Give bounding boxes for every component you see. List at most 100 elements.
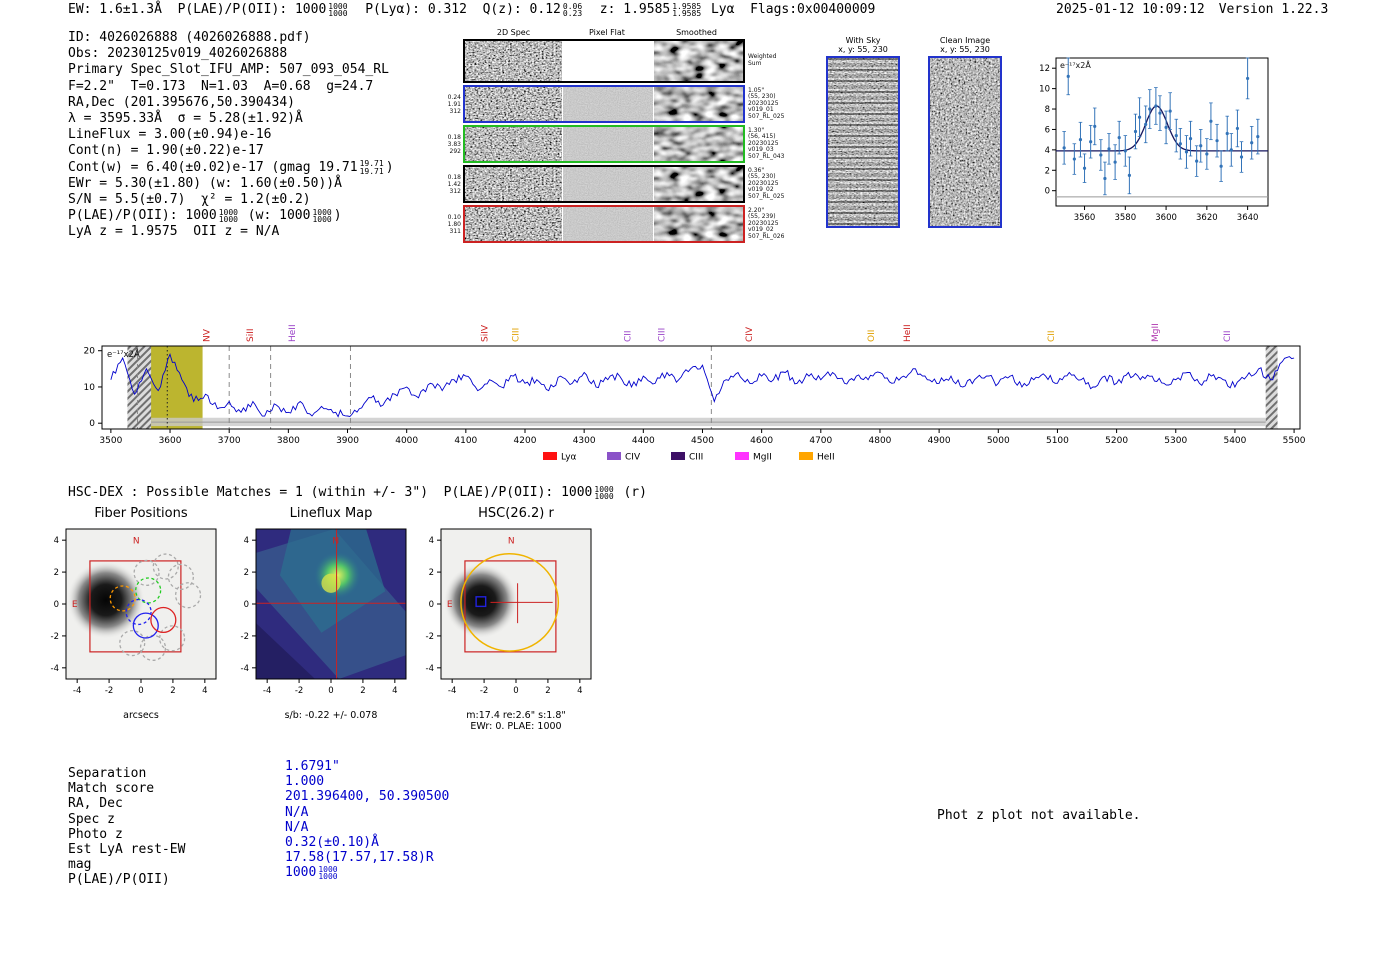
timestamp-version: 2025-01-12 10:09:12 Version 1.22.3 xyxy=(1056,2,1328,17)
svg-text:-4: -4 xyxy=(263,686,271,696)
svg-text:4: 4 xyxy=(429,536,434,546)
svg-text:0: 0 xyxy=(328,686,333,696)
match-table: Separation 1.6791" Match score 1.000 RA, Dec… xyxy=(68,759,548,906)
svg-text:12: 12 xyxy=(1039,64,1050,74)
svg-text:MgII: MgII xyxy=(1151,323,1161,342)
panel-xlabel: m:17.4 re:2.6" s:1.8" xyxy=(466,710,566,721)
svg-text:4000: 4000 xyxy=(395,436,418,446)
match-field-value: N/A xyxy=(285,819,309,835)
svg-text:0: 0 xyxy=(513,686,518,696)
svg-text:-2: -2 xyxy=(426,632,434,642)
svg-text:-4: -4 xyxy=(448,686,456,696)
svg-text:4300: 4300 xyxy=(573,436,596,446)
svg-text:CII: CII xyxy=(623,330,633,342)
summary-stats-line: EW: 1.6±1.3Å P(LAE)/P(OII): 1000 1000 1000… xyxy=(68,1,876,18)
2d-row-annotation: 2.20" (55, 239) 20230125 v019_02 507_RL_026 xyxy=(748,206,785,240)
svg-text:MgII: MgII xyxy=(753,453,772,463)
pixel-flat-image xyxy=(563,41,653,81)
svg-text:4800: 4800 xyxy=(869,436,892,446)
pixel-flat-image xyxy=(563,207,653,241)
svg-text:3600: 3600 xyxy=(159,436,182,446)
info-line: Cont(w) = 6.40(±0.02)e-17 (gmag 19.71 19.… xyxy=(68,159,394,176)
svg-text:N: N xyxy=(332,536,339,546)
svg-text:CIII: CIII xyxy=(689,453,703,463)
2d-row-left-label xyxy=(443,39,463,83)
svg-text:0: 0 xyxy=(89,419,95,429)
svg-text:4500: 4500 xyxy=(691,436,714,446)
smoothed-image xyxy=(654,207,743,241)
svg-text:5000: 5000 xyxy=(987,436,1010,446)
svg-text:5300: 5300 xyxy=(1164,436,1187,446)
info-line: S/N = 5.5(±0.7) χ² = 1.2(±0.2) xyxy=(68,191,311,207)
photz-note: Phot z plot not available. xyxy=(937,808,1141,823)
2d-row-annotation: 1.05" (55, 230) 20230125 v019_01 507_RL_025 xyxy=(748,86,785,120)
svg-text:10: 10 xyxy=(1039,85,1050,95)
smoothed-image xyxy=(654,127,743,161)
clean-image-subtitle: x, y: 55, 230 xyxy=(940,45,990,54)
match-field-label: Photo z xyxy=(68,826,123,842)
svg-text:CIV: CIV xyxy=(745,326,755,342)
svg-text:4: 4 xyxy=(244,536,249,546)
svg-text:3500: 3500 xyxy=(99,436,122,446)
svg-text:Lyα: Lyα xyxy=(561,453,577,463)
clean-image-noise xyxy=(930,58,1000,226)
svg-text:e⁻¹⁷x2Å: e⁻¹⁷x2Å xyxy=(107,348,140,360)
match-field-label: mag xyxy=(68,857,92,873)
info-line: Obs: 20230125v019_4026026888 xyxy=(68,46,288,62)
stacked-fraction: 0.06 0.23 xyxy=(562,1,583,18)
svg-text:8: 8 xyxy=(1045,105,1050,115)
svg-text:4700: 4700 xyxy=(809,436,832,446)
match-field-value: 201.396400, 50.390500 xyxy=(285,789,450,805)
info-line: RA,Dec (201.395676,50.390434) xyxy=(68,94,295,110)
info-line: Primary Spec_Slot_IFU_AMP: 507_093_054_R… xyxy=(68,62,389,78)
svg-text:-2: -2 xyxy=(241,632,249,642)
2d-row-annotation: 0.36" (55, 230) 20230125 v019_02 507_RL_025 xyxy=(748,166,785,200)
clean-image-title: Clean Image xyxy=(939,36,991,45)
2d-row-left-label: 0.24 1.91 312 xyxy=(447,93,461,115)
match-field-label: Separation xyxy=(68,766,147,781)
info-line: λ = 3595.33Å σ = 5.28(±1.92)Å xyxy=(68,110,303,126)
svg-text:CIII: CIII xyxy=(658,328,668,342)
svg-text:2: 2 xyxy=(54,568,59,578)
match-field-label: Est LyA rest-EW xyxy=(68,842,186,857)
info-line: ID: 4026026888 (4026026888.pdf) xyxy=(68,30,311,45)
info-line: P(LAE)/P(OII): 1000 1000 1000 (w: 1000 1000… xyxy=(68,207,342,225)
2d-spec-image xyxy=(465,167,562,201)
match-field-value: 1000 1000 1000 xyxy=(285,864,338,882)
svg-text:-4: -4 xyxy=(73,686,81,696)
svg-text:4100: 4100 xyxy=(454,436,477,446)
version-text: Version 1.22.3 xyxy=(1218,2,1329,17)
svg-text:4200: 4200 xyxy=(514,436,537,446)
svg-text:-2: -2 xyxy=(51,632,59,642)
hsc-r-panel: HSC(26.2) r N E -4 -4 -2 -2 0 0 2 2 4 4 m:17.4 re:2… xyxy=(411,506,603,732)
svg-text:HeII: HeII xyxy=(817,453,835,463)
svg-text:e⁻¹⁷x2Å: e⁻¹⁷x2Å xyxy=(1060,59,1091,70)
2d-row-strips xyxy=(463,39,745,83)
svg-text:0: 0 xyxy=(138,686,143,696)
info-line: Cont(n) = 1.90(±0.22)e-17 xyxy=(68,143,264,159)
svg-text:6: 6 xyxy=(1045,125,1050,135)
elixer-report-page: { "meta": {"timestamp": "2025-01-12 10:0… xyxy=(0,0,1400,953)
stacked-fraction: 1000 1000 xyxy=(594,484,614,501)
svg-text:3700: 3700 xyxy=(218,436,241,446)
lineflux-map-panel: Lineflux Map N -4 -4 -2 -2 0 0 2 2 4 4 s/b: -0.22 … xyxy=(226,506,418,721)
hsc-r-image: N E -4 -4 -2 -2 0 0 2 2 4 4 xyxy=(411,523,603,709)
match-field-value: 17.58(17.57,17.58)R xyxy=(285,850,434,866)
svg-text:4900: 4900 xyxy=(928,436,951,446)
info-line: EWr = 5.30(±1.80) (w: 1.60(±0.50))Å xyxy=(68,175,342,191)
svg-text:3620: 3620 xyxy=(1196,213,1218,223)
svg-text:-2: -2 xyxy=(480,686,488,696)
svg-text:4600: 4600 xyxy=(750,436,773,446)
panel-title: Lineflux Map xyxy=(289,506,373,521)
svg-text:SiIV: SiIV xyxy=(481,324,491,342)
pixel-flat-image xyxy=(563,87,653,121)
svg-text:CIV: CIV xyxy=(625,453,641,463)
2d-row-left-label: 0.18 1.42 312 xyxy=(447,173,461,195)
lineflux-map-image: N -4 -4 -2 -2 0 0 2 2 4 4 xyxy=(226,523,418,709)
match-field-value: 1.000 xyxy=(285,774,325,790)
match-field-label: P(LAE)/P(OII) xyxy=(68,872,170,888)
svg-text:N: N xyxy=(133,536,140,546)
svg-text:2: 2 xyxy=(1045,166,1050,176)
svg-text:HeII: HeII xyxy=(903,324,913,342)
match-field-value: N/A xyxy=(285,804,309,820)
